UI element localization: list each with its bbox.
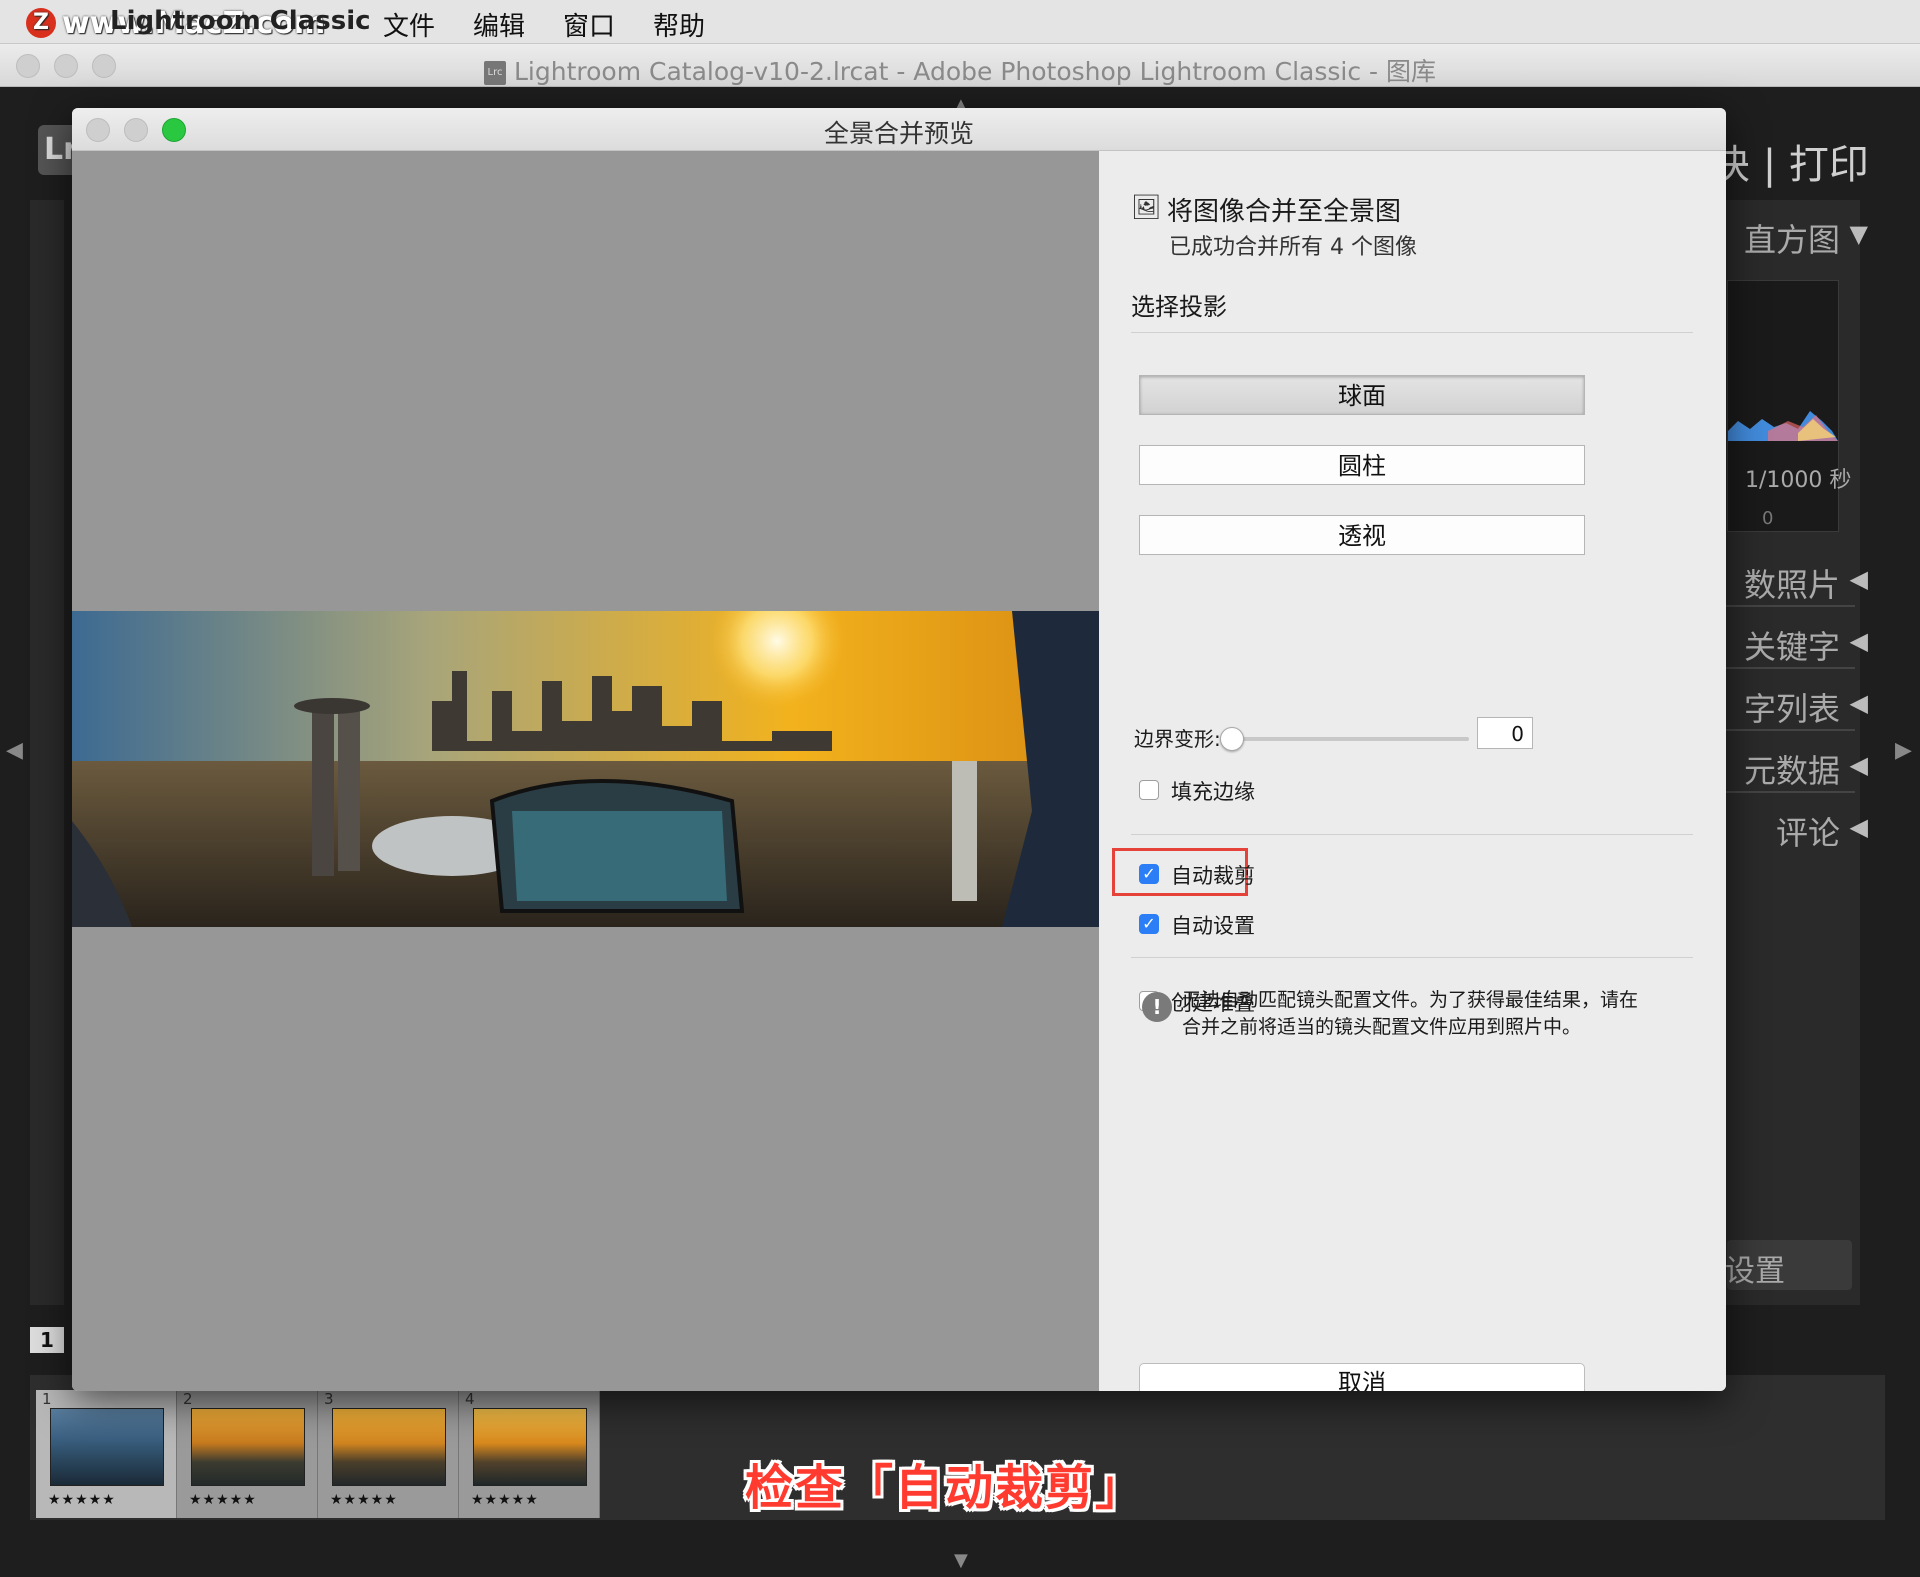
- thumb-rating: ★★★★★: [330, 1492, 398, 1508]
- lr-window-title: Lightroom Catalog-v10-2.lrcat - Adobe Ph…: [513, 57, 1436, 86]
- exposure-info: 0: [1762, 508, 1774, 529]
- filmstrip-thumb[interactable]: 1 ★★★★★: [36, 1390, 177, 1518]
- thumb-image: [332, 1408, 446, 1486]
- filmstrip-page-num[interactable]: 1: [30, 1327, 64, 1353]
- left-panel: [30, 200, 64, 1305]
- panel-quick-develop[interactable]: 数照片: [1744, 560, 1840, 606]
- panel-divider: [1720, 729, 1855, 731]
- left-panel-toggle-icon[interactable]: ◀: [6, 738, 23, 763]
- auto-settings-checkbox[interactable]: ✓: [1139, 914, 1159, 934]
- panorama-preview-image: [72, 611, 1099, 927]
- dialog-titlebar: 全景合并预览: [72, 108, 1726, 151]
- panorama-image-icon: 🖼: [1131, 193, 1162, 221]
- menu-file[interactable]: 文件: [383, 6, 435, 43]
- boundary-warp-slider-knob[interactable]: [1220, 727, 1244, 751]
- thumb-index: 1: [42, 1390, 52, 1408]
- boundary-warp-slider-track[interactable]: [1229, 737, 1469, 741]
- cancel-button[interactable]: 取消: [1139, 1363, 1585, 1391]
- thumb-image: [50, 1408, 164, 1486]
- divider: [1131, 957, 1693, 958]
- histogram-collapse-icon[interactable]: ▼: [1850, 220, 1868, 248]
- auto-crop-checkbox[interactable]: ✓: [1139, 864, 1159, 884]
- thumb-image: [473, 1408, 587, 1486]
- filmstrip-thumb[interactable]: 3 ★★★★★: [318, 1390, 459, 1518]
- projection-label: 选择投影: [1131, 293, 1227, 321]
- shutter-info: 1/1000 秒: [1745, 468, 1852, 493]
- thumb-rating: ★★★★★: [471, 1492, 539, 1508]
- panel-keywording[interactable]: 关键字: [1744, 622, 1840, 668]
- lrcat-file-icon: Lrc: [483, 61, 506, 85]
- bottom-panel-toggle-icon[interactable]: ▼: [954, 1550, 968, 1571]
- boundary-warp-value-field[interactable]: 0: [1477, 717, 1533, 749]
- thumb-rating: ★★★★★: [189, 1492, 257, 1508]
- panel-divider: [1720, 791, 1855, 793]
- lens-profile-warning: 无法自动匹配镜头配置文件。为了获得最佳结果，请在合并之前将适当的镜头配置文件应用…: [1182, 989, 1639, 1038]
- panorama-merge-dialog: 全景合并预览 🖼 将图像合并至全景图 已成功合并所有 4 个图像 选择投影 球面…: [72, 108, 1726, 1391]
- merge-header: 将图像合并至全景图: [1167, 197, 1402, 227]
- panel-keyword-list[interactable]: 字列表: [1744, 684, 1840, 730]
- tutorial-caption: 检查「自动裁剪」: [745, 1460, 1146, 1516]
- fill-edges-label[interactable]: 填充边缘: [1171, 776, 1255, 806]
- projection-perspective-button[interactable]: 透视: [1139, 515, 1585, 555]
- boundary-warp-label: 边界变形:: [1134, 727, 1221, 751]
- expand-icon[interactable]: ◀: [1850, 627, 1868, 655]
- projection-cylindrical-button[interactable]: 圆柱: [1139, 445, 1585, 485]
- panel-metadata[interactable]: 元数据: [1744, 746, 1840, 792]
- histogram-header[interactable]: 直方图: [1744, 215, 1840, 261]
- app-name-menu[interactable]: Lightroom Classic: [110, 6, 371, 36]
- warning-icon: !: [1142, 992, 1172, 1022]
- filmstrip-thumb[interactable]: 2 ★★★★★: [177, 1390, 318, 1518]
- lr-window-title-row: Lrc Lightroom Catalog-v10-2.lrcat - Adobe…: [0, 52, 1920, 88]
- divider: [1131, 834, 1693, 835]
- thumb-index: 4: [465, 1390, 475, 1408]
- expand-icon[interactable]: ◀: [1850, 565, 1868, 593]
- expand-icon[interactable]: ◀: [1850, 751, 1868, 779]
- projection-spherical-button[interactable]: 球面: [1139, 375, 1585, 415]
- expand-icon[interactable]: ◀: [1850, 813, 1868, 841]
- histogram-panel: [1727, 280, 1839, 532]
- auto-crop-label[interactable]: 自动裁剪: [1171, 860, 1255, 890]
- panel-comments[interactable]: 评论: [1776, 808, 1840, 854]
- panorama-preview-area: [72, 151, 1099, 1391]
- merge-options-panel: 🖼 将图像合并至全景图 已成功合并所有 4 个图像 选择投影 球面 圆柱 透视 …: [1099, 151, 1726, 1391]
- panel-divider: [1720, 667, 1855, 669]
- menu-bar: Z www.MacZ.com Lightroom Classic 文件 编辑 窗…: [0, 0, 1920, 44]
- fill-edges-checkbox[interactable]: [1139, 780, 1159, 800]
- settings-label: 设置: [1725, 1254, 1785, 1289]
- menu-window[interactable]: 窗口: [563, 6, 615, 43]
- lr-window-titlebar: Lrc Lightroom Catalog-v10-2.lrcat - Adobe…: [0, 44, 1920, 87]
- filmstrip-thumb[interactable]: 4 ★★★★★: [459, 1390, 600, 1518]
- auto-settings-label[interactable]: 自动设置: [1171, 910, 1255, 940]
- module-picker-print[interactable]: 块 | 打印: [1710, 132, 1869, 190]
- expand-icon[interactable]: ◀: [1850, 689, 1868, 717]
- thumb-index: 2: [183, 1390, 193, 1408]
- thumb-rating: ★★★★★: [48, 1492, 116, 1508]
- menu-edit[interactable]: 编辑: [473, 6, 525, 43]
- thumb-index: 3: [324, 1390, 334, 1408]
- right-panel-toggle-icon[interactable]: ▶: [1895, 738, 1912, 763]
- dialog-title: 全景合并预览: [823, 119, 974, 148]
- divider: [1131, 332, 1693, 333]
- panel-divider: [1720, 605, 1855, 607]
- macz-logo-icon: Z: [26, 8, 56, 38]
- thumb-image: [191, 1408, 305, 1486]
- menu-help[interactable]: 帮助: [653, 6, 705, 43]
- merge-status: 已成功合并所有 4 个图像: [1169, 235, 1417, 260]
